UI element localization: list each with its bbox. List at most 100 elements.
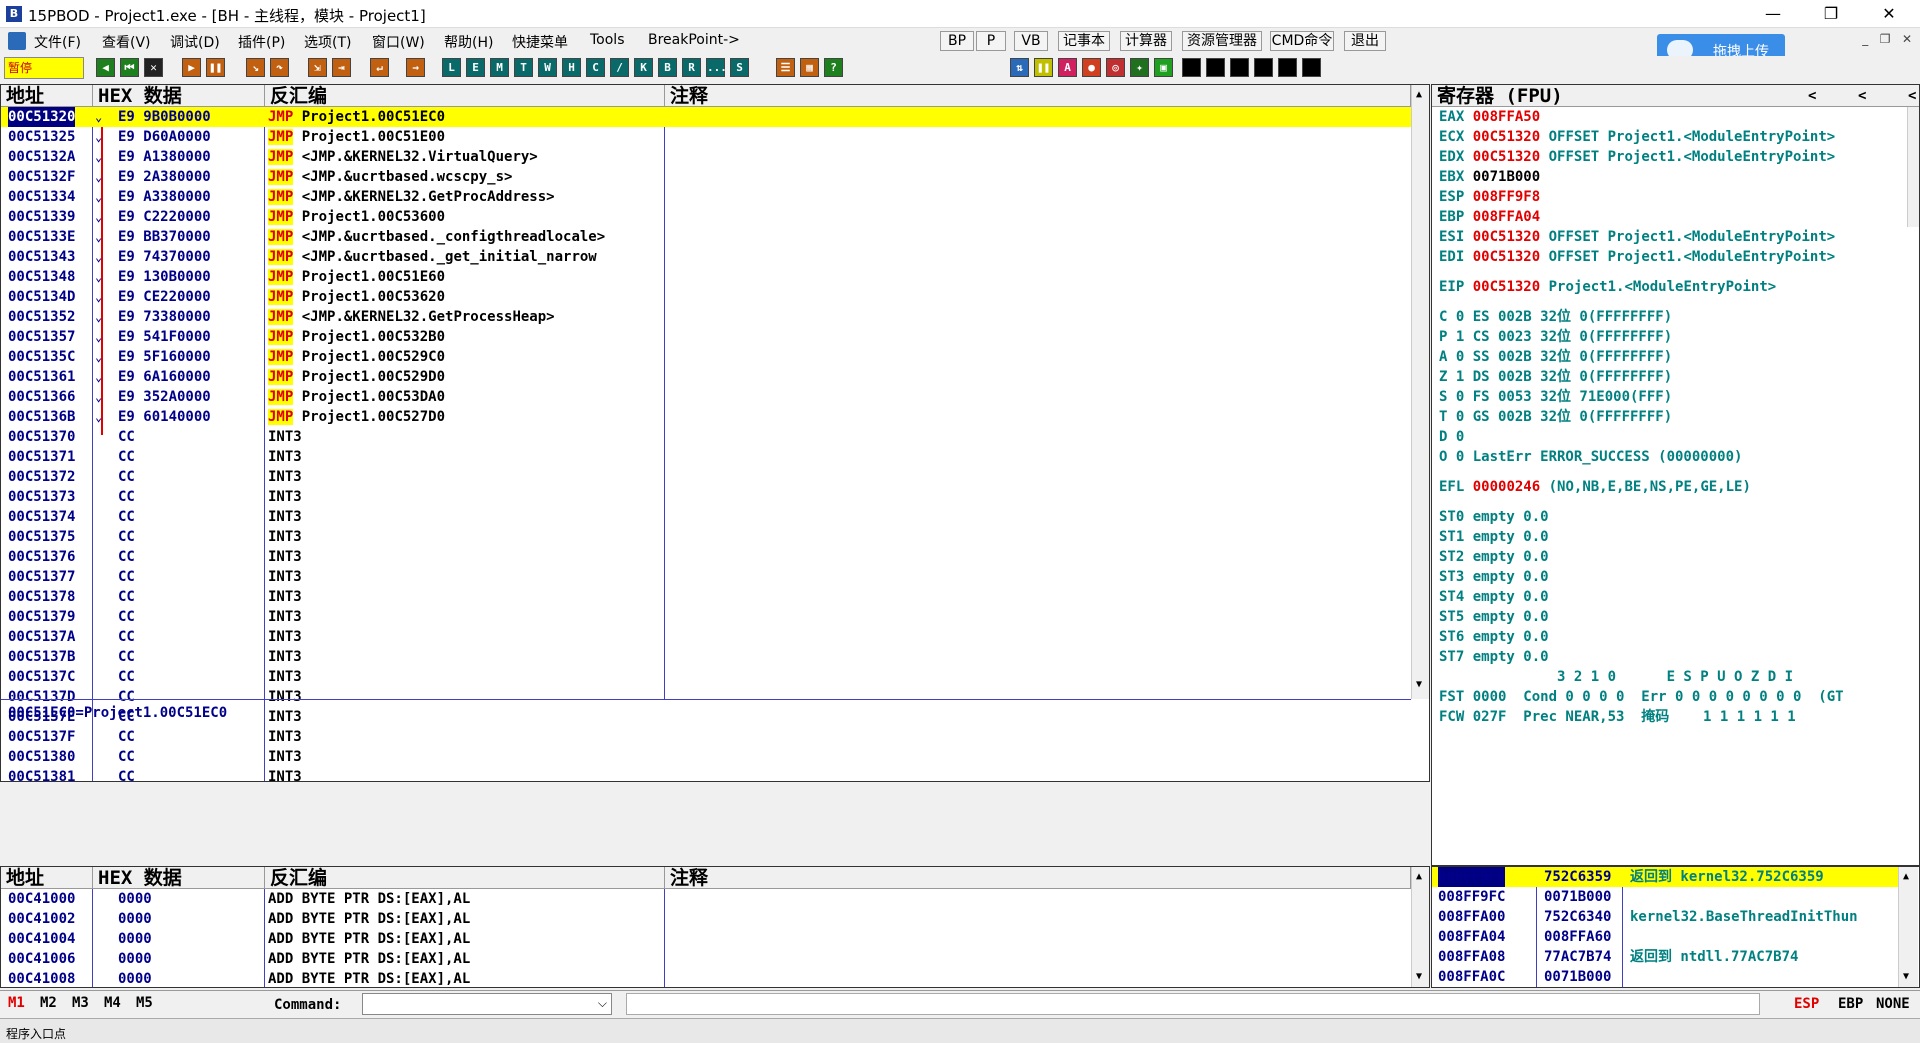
flag-line[interactable]: T 0 GS 002B 32位 0(FFFFFFFF)	[1439, 407, 1672, 427]
table-row[interactable]: 00C51361 E9 6A160000 JMP Project1.00C529D0…	[1, 367, 1411, 387]
table-row[interactable]: 00C51352 E9 73380000 JMP <JMP.&KERNEL32.Ge…	[1, 307, 1411, 327]
toolbar-T[interactable]: T	[514, 58, 533, 77]
toolbar-M[interactable]: M	[490, 58, 509, 77]
flag-line[interactable]: C 0 ES 002B 32位 0(FFFFFFFF)	[1439, 307, 1672, 327]
refresh-icon[interactable]: ⇅	[1010, 58, 1029, 77]
fpu-register-line[interactable]: ST7 empty 0.0	[1439, 647, 1549, 667]
register-line[interactable]: EDI 00C51320 OFFSET Project1.<ModuleEntr…	[1439, 247, 1835, 267]
col-disasm[interactable]: 反汇编	[265, 85, 665, 107]
toolbar-K[interactable]: K	[634, 58, 653, 77]
table-row[interactable]: 00C51376 CC INT3	[1, 547, 1411, 567]
open-icon[interactable]: ◀	[96, 58, 115, 77]
minimize-button[interactable]: —	[1744, 0, 1802, 28]
register-value[interactable]: 008FF9F8	[1473, 189, 1540, 205]
vb-button[interactable]: VB	[1014, 31, 1048, 51]
explorer-button[interactable]: 资源管理器	[1182, 31, 1262, 51]
fpu-register-line[interactable]: ST3 empty 0.0	[1439, 567, 1549, 587]
fpu-register-line[interactable]: ST1 empty 0.0	[1439, 527, 1549, 547]
table-row[interactable]: 00C41004 0000 ADD BYTE PTR DS:[EAX],AL	[1, 929, 1411, 949]
list-icon[interactable]: ☰	[776, 58, 795, 77]
stack-row[interactable]: 008FFA00 752C6340 kernel32.BaseThreadInitT…	[1432, 907, 1898, 927]
pause-small-icon[interactable]: ❚❚	[1034, 58, 1053, 77]
register-line[interactable]: EAX 008FFA50	[1439, 107, 1540, 127]
dump-pane[interactable]: 地址 HEX 数据 反汇编 注释 00C41000 0000 ADD BYTE PT…	[0, 866, 1430, 988]
dump-col-address[interactable]: 地址	[1, 867, 93, 889]
toolbar-L[interactable]: L	[442, 58, 461, 77]
flag-line[interactable]: S 0 FS 0053 32位 71E000(FFF)	[1439, 387, 1672, 407]
registers-scrollbar[interactable]	[1907, 107, 1919, 227]
register-value[interactable]: 00C51320	[1473, 149, 1540, 165]
toolbar-dots[interactable]: ...	[706, 58, 727, 77]
flag-line[interactable]: Z 1 DS 002B 32位 0(FFFFFFFF)	[1439, 367, 1672, 387]
grid-icon[interactable]: ▦	[800, 58, 819, 77]
toolbar-S[interactable]: S	[730, 58, 749, 77]
bp-button[interactable]: BP	[940, 31, 974, 51]
chip-icon[interactable]: ▣	[1154, 58, 1173, 77]
stack-row[interactable]: 008FFA04 008FFA60	[1432, 927, 1898, 947]
target-icon[interactable]: ◎	[1106, 58, 1125, 77]
table-row[interactable]: 00C51339 E9 C2220000 JMP Project1.00C53600…	[1, 207, 1411, 227]
chevron-down-icon[interactable]: ⌵	[598, 996, 607, 1011]
trace-into-icon[interactable]: ⇲	[308, 58, 327, 77]
register-value[interactable]: 008FFA04	[1473, 209, 1540, 225]
table-row[interactable]: 00C5137A CC INT3	[1, 627, 1411, 647]
child-window-icon[interactable]	[8, 32, 26, 50]
p-button[interactable]: P	[976, 31, 1006, 51]
stack-row[interactable]: 008FFA0C 0071B000	[1432, 967, 1898, 987]
table-row[interactable]: 00C51379 CC INT3	[1, 607, 1411, 627]
table-row[interactable]: 00C5133E E9 BB370000 JMP <JMP.&ucrtbased._…	[1, 227, 1411, 247]
fpu-register-line[interactable]: ST4 empty 0.0	[1439, 587, 1549, 607]
scroll-up-icon[interactable]: ▲	[1416, 871, 1422, 882]
register-line[interactable]: ESI 00C51320 OFFSET Project1.<ModuleEntr…	[1439, 227, 1835, 247]
fpu-register-line[interactable]: ST5 empty 0.0	[1439, 607, 1549, 627]
toolbar-C[interactable]: C	[586, 58, 605, 77]
close-button[interactable]: ✕	[1860, 0, 1918, 28]
register-line[interactable]: EFL 00000246 (NO,NB,E,BE,NS,PE,GE,LE)	[1439, 477, 1751, 497]
cpu-scrollbar[interactable]: ▲ ▼	[1411, 85, 1429, 699]
table-row[interactable]: 00C5132A E9 A1380000 JMP <JMP.&KERNEL32.Vi…	[1, 147, 1411, 167]
tab-m2[interactable]: M2	[40, 995, 57, 1011]
fpu-register-line[interactable]: ST0 empty 0.0	[1439, 507, 1549, 527]
table-row[interactable]: 00C51348 E9 130B0000 JMP Project1.00C51E60…	[1, 267, 1411, 287]
toolbar-E[interactable]: E	[466, 58, 485, 77]
col-hex[interactable]: HEX 数据	[93, 85, 265, 107]
notepad-button[interactable]: 记事本	[1058, 31, 1110, 51]
toolbar-black-1[interactable]	[1182, 58, 1201, 77]
flag-line[interactable]: D 0	[1439, 427, 1464, 447]
register-line[interactable]: EDX 00C51320 OFFSET Project1.<ModuleEntr…	[1439, 147, 1835, 167]
menu-help[interactable]: 帮助(H)	[444, 32, 493, 52]
stack-row[interactable]: 008FFA08 77AC7B74 返回到 ntdll.77AC7B74	[1432, 947, 1898, 967]
register-line[interactable]: EIP 00C51320 Project1.<ModuleEntryPoint>	[1439, 277, 1776, 297]
table-row[interactable]: 00C41000 0000 ADD BYTE PTR DS:[EAX],AL	[1, 889, 1411, 909]
plugin-icon[interactable]: ✦	[1130, 58, 1149, 77]
table-row[interactable]: 00C5137F CC INT3	[1, 727, 1411, 747]
table-row[interactable]: 00C51375 CC INT3	[1, 527, 1411, 547]
table-row[interactable]: 00C51371 CC INT3	[1, 447, 1411, 467]
table-row[interactable]: 00C51334 E9 A3380000 JMP <JMP.&KERNEL32.Ge…	[1, 187, 1411, 207]
esp-button[interactable]: ESP	[1794, 996, 1819, 1012]
dump-col-comment[interactable]: 注释	[665, 867, 1411, 889]
table-row[interactable]: 00C5137B CC INT3	[1, 647, 1411, 667]
menu-file[interactable]: 文件(F)	[34, 32, 81, 52]
table-row[interactable]: 00C51372 CC INT3	[1, 467, 1411, 487]
toolbar-black-4[interactable]	[1254, 58, 1273, 77]
execute-till-return-icon[interactable]: ↵	[370, 58, 389, 77]
toolbar-black-2[interactable]	[1206, 58, 1225, 77]
tab-m5[interactable]: M5	[136, 995, 153, 1011]
none-button[interactable]: NONE	[1876, 996, 1910, 1012]
scroll-down-icon[interactable]: ▼	[1416, 679, 1422, 690]
stack-pane[interactable]: 008FF9F8 752C6359 返回到 kernel32.752C6359 008…	[1431, 866, 1920, 988]
flag-line[interactable]: P 1 CS 0023 32位 0(FFFFFFFF)	[1439, 327, 1672, 347]
stack-scrollbar[interactable]: ▲ ▼	[1898, 867, 1918, 987]
toolbar-H[interactable]: H	[562, 58, 581, 77]
register-line[interactable]: ECX 00C51320 OFFSET Project1.<ModuleEntr…	[1439, 127, 1835, 147]
flag-line[interactable]: O 0 LastErr ERROR_SUCCESS (00000000)	[1439, 447, 1742, 467]
a-icon[interactable]: A	[1058, 58, 1077, 77]
dump-col-hex[interactable]: HEX 数据	[93, 867, 265, 889]
toolbar-slash[interactable]: /	[610, 58, 629, 77]
toolbar-W[interactable]: W	[538, 58, 557, 77]
table-row[interactable]: 00C51377 CC INT3	[1, 567, 1411, 587]
exit-button[interactable]: 退出	[1344, 31, 1386, 51]
menu-view[interactable]: 查看(V)	[102, 32, 151, 52]
flag-line[interactable]: A 0 SS 002B 32位 0(FFFFFFFF)	[1439, 347, 1672, 367]
